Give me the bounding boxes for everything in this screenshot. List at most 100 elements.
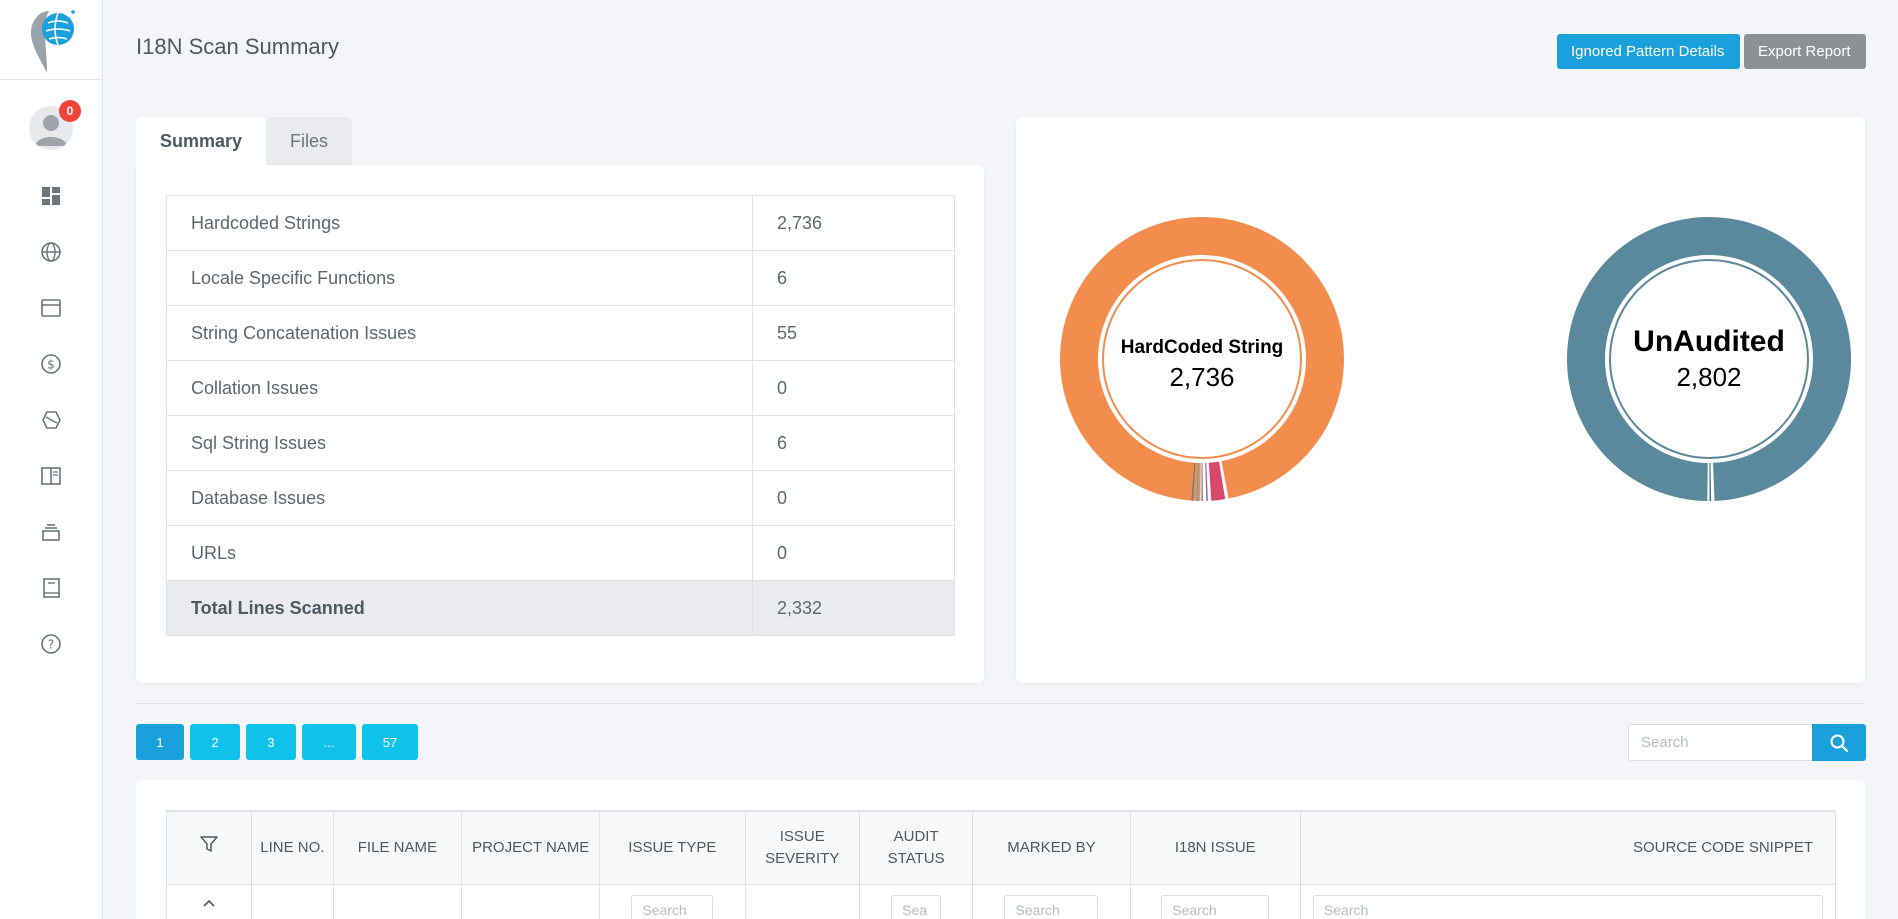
summary-value: 2,736 [752,195,955,251]
issue-severity-filter-cell [744,883,860,919]
donut-segment[interactable] [1201,462,1203,501]
nav-globe[interactable] [0,224,102,280]
issue-type-filter[interactable] [631,894,714,919]
nav-billing[interactable]: $ [0,336,102,392]
filter-icon [200,836,218,852]
nav-book[interactable] [0,560,102,616]
summary-value: 55 [752,305,955,361]
chart-card: HardCoded String 2,736 UnAudited 2,802 [1016,117,1865,683]
nav-hexagon[interactable] [0,392,102,448]
unaudited-donut[interactable] [1566,217,1851,501]
summary-row: String Concatenation Issues 55 [166,305,955,361]
summary-row: Locale Specific Functions 6 [166,250,955,306]
donut-inner-ring [1609,259,1809,459]
chevron-up-icon [203,899,215,907]
filter-row [165,883,1837,919]
left-donut-label: HardCoded String [1121,337,1284,358]
left-donut-value: 2,736 [1169,362,1234,392]
summary-row: Sql String Issues 6 [166,415,955,471]
i18n-issue-filter-cell [1129,883,1301,919]
help-icon: ? [41,634,61,654]
column-header[interactable]: MARKED BY [972,810,1131,885]
summary-value: 6 [752,250,955,306]
svg-text:$: $ [47,358,55,372]
nav-help[interactable]: ? [0,616,102,672]
summary-label: Sql String Issues [166,415,753,471]
summary-row: Hardcoded Strings 2,736 [166,195,955,251]
ignored-pattern-details-button[interactable]: Ignored Pattern Details [1557,34,1740,69]
search-button[interactable] [1812,724,1866,761]
summary-row: URLs 0 [166,525,955,581]
hexagon-icon [42,411,61,429]
marked-by-filter-cell [972,883,1131,919]
column-header[interactable]: SOURCE CODE SNIPPET [1299,810,1837,885]
filter-header[interactable] [165,810,253,885]
page-button[interactable]: ... [302,724,356,760]
nav-dashboard[interactable] [0,168,102,224]
column-header[interactable]: ISSUE TYPE [599,810,746,885]
column-header[interactable]: I18N ISSUE [1129,810,1301,885]
i18n-issue-filter[interactable] [1161,894,1270,919]
column-header[interactable]: PROJECT NAME [461,810,601,885]
summary-row: Collation Issues 0 [166,360,955,416]
hardcoded-donut[interactable] [1060,216,1345,501]
export-report-button[interactable]: Export Report [1744,34,1866,69]
donut-segment[interactable] [1205,462,1208,501]
summary-label: Hardcoded Strings [166,195,753,251]
snippet-filter-cell [1299,883,1837,919]
nav-window[interactable] [0,280,102,336]
summary-total-value: 2,332 [752,580,955,636]
nav-stack[interactable] [0,504,102,560]
summary-label: Locale Specific Functions [166,250,753,306]
column-header[interactable]: LINE NO. [251,810,334,885]
tab-files[interactable]: Files [266,117,352,165]
nav-docs[interactable] [0,448,102,504]
column-header[interactable]: AUDIT STATUS [858,810,974,885]
right-donut-value: 2,802 [1676,362,1741,392]
column-header[interactable]: FILE NAME [332,810,463,885]
pagination: 1 2 3... 57 [136,724,418,760]
logo[interactable] [0,0,102,80]
audit-status-filter-cell [858,883,974,919]
expand-cell[interactable] [165,883,253,919]
window-icon [41,299,61,317]
column-header[interactable]: ISSUE SEVERITY [744,810,860,885]
summary-label: Collation Issues [166,360,753,416]
summary-label: Database Issues [166,470,753,526]
page-button[interactable]: 3 [246,724,296,760]
donut-inner-ring [1102,259,1302,459]
sidebar: 0 $ ? [0,0,103,919]
summary-value: 0 [752,525,955,581]
line-no-filter-cell [251,883,334,919]
marked-by-filter[interactable] [1004,894,1099,919]
tab-summary[interactable]: Summary [136,117,266,165]
issues-card: LINE NO. FILE NAME PROJECT NAME ISSUE TYPE I… [136,780,1865,919]
logo-icon [31,9,75,73]
search-input[interactable] [1628,724,1813,761]
summary-table: Hardcoded Strings 2,736 Locale Specific Fu… [166,195,955,636]
summary-label: String Concatenation Issues [166,305,753,361]
book-open-icon [41,467,61,485]
summary-value: 0 [752,470,955,526]
summary-value: 6 [752,415,955,471]
donut-charts: HardCoded String 2,736 UnAudited 2,802 [1060,216,1851,501]
right-donut-label: UnAudited [1633,325,1785,358]
summary-total-row: Total Lines Scanned 2,332 [166,580,955,636]
summary-row: Database Issues 0 [166,470,955,526]
book-icon [43,578,60,598]
issues-table: LINE NO. FILE NAME PROJECT NAME ISSUE TYPE I… [165,810,1837,919]
summary-tabs: Summary Files [136,117,352,165]
user-avatar-wrap[interactable]: 0 [29,100,81,150]
summary-label: URLs [166,525,753,581]
section-divider [136,703,1865,704]
summary-total-label: Total Lines Scanned [166,580,753,636]
page-button[interactable]: 2 [190,724,240,760]
stack-icon [42,524,60,541]
donut-segment[interactable] [1709,462,1712,501]
page-button[interactable]: 57 [362,724,418,760]
summary-card: Hardcoded Strings 2,736 Locale Specific Fu… [136,165,984,683]
page-button[interactable]: 1 [136,724,184,760]
globe-icon [41,242,61,262]
audit-status-filter[interactable] [891,894,942,919]
snippet-filter[interactable] [1312,894,1823,919]
